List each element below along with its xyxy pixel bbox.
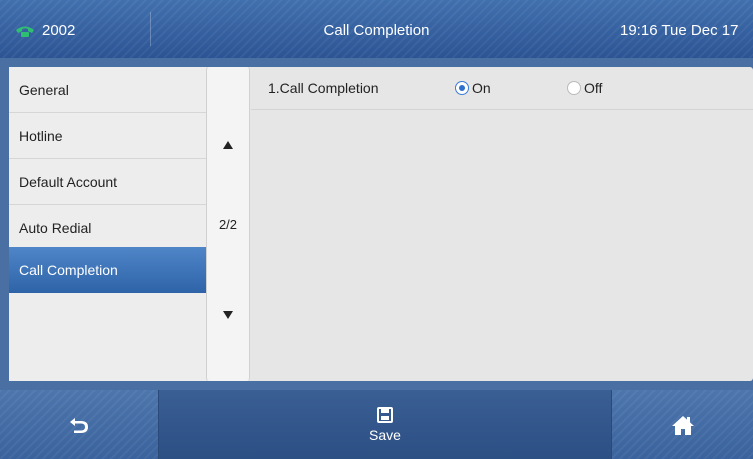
main-panel: General Hotline Default Account Auto Red… [9,67,753,381]
menu-item-label: Hotline [19,128,63,144]
status-bar: 2002 Call Completion 19:16 Tue Dec 17 [0,0,753,58]
scroll-down-icon[interactable] [223,311,233,319]
menu-item-hotline[interactable]: Hotline [9,113,206,159]
home-icon [671,415,694,435]
radio-on-label: On [472,80,491,96]
menu-item-auto-redial[interactable]: Auto Redial [9,205,206,251]
clock: 19:16 Tue Dec 17 [620,22,739,39]
page-scroller: 2/2 [206,67,250,381]
radio-selected-icon [455,81,469,95]
menu-item-general[interactable]: General [9,67,206,113]
back-button[interactable] [0,390,158,459]
back-icon [70,417,88,433]
radio-unselected-icon [567,81,581,95]
save-label: Save [369,426,401,443]
menu-item-call-completion[interactable]: Call Completion [9,247,206,293]
menu-item-label: Default Account [19,174,118,190]
menu-item-default-account[interactable]: Default Account [9,159,206,205]
call-completion-label: 1.Call Completion [268,80,379,96]
settings-content: 1.Call Completion On Off [251,67,753,381]
call-completion-row: 1.Call Completion On Off [251,67,753,110]
radio-off[interactable]: Off [567,80,602,96]
save-button[interactable]: Save [158,390,612,459]
settings-menu: General Hotline Default Account Auto Red… [9,67,206,381]
menu-item-label: General [19,82,69,98]
menu-item-label: Auto Redial [19,220,92,236]
scroll-up-icon[interactable] [223,141,233,149]
save-icon [377,406,393,423]
softkey-bar: Save [0,390,753,459]
home-button[interactable] [612,390,753,459]
radio-on[interactable]: On [455,80,491,96]
radio-off-label: Off [584,80,603,96]
menu-item-label: Call Completion [19,262,118,278]
page-indicator: 2/2 [218,217,238,232]
